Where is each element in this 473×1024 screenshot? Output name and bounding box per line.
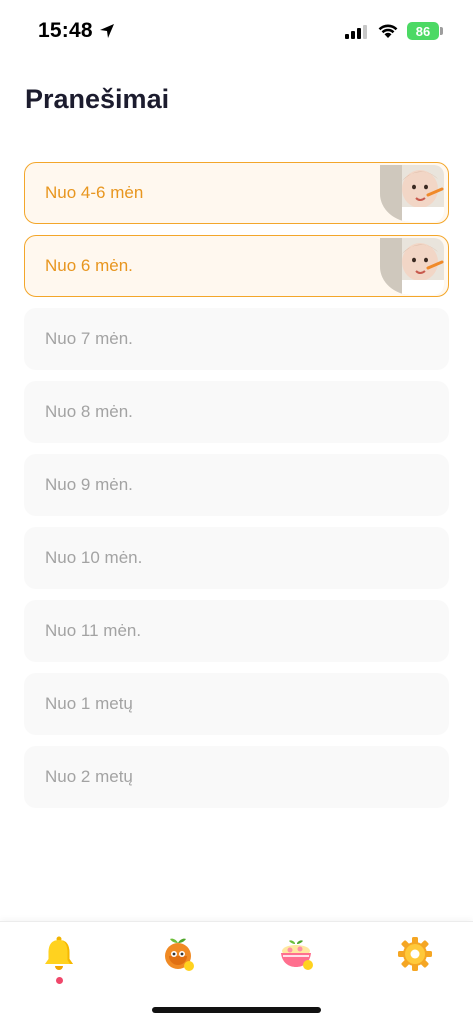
cellular-signal-icon bbox=[345, 25, 367, 39]
age-item-2-years[interactable]: Nuo 2 metų bbox=[24, 746, 449, 808]
food-bowl-icon bbox=[281, 940, 313, 970]
page-title: Pranešimai bbox=[25, 84, 170, 114]
age-item-6-months[interactable]: Nuo 6 mėn. bbox=[24, 235, 449, 297]
age-item-9-months[interactable]: Nuo 9 mėn. bbox=[24, 454, 449, 516]
age-item-label: Nuo 11 mėn. bbox=[45, 621, 142, 640]
age-list: Nuo 4-6 mėn Nuo 6 mėn. Nuo 7 mėn. Nuo 8 … bbox=[24, 162, 449, 819]
tab-recipes[interactable] bbox=[276, 934, 316, 974]
age-item-10-months[interactable]: Nuo 10 mėn. bbox=[24, 527, 449, 589]
gear-icon bbox=[398, 937, 432, 971]
age-item-label: Nuo 9 mėn. bbox=[45, 475, 133, 494]
age-item-label: Nuo 8 mėn. bbox=[45, 402, 133, 421]
age-item-label: Nuo 4-6 mėn bbox=[45, 183, 144, 202]
fruit-icon bbox=[165, 938, 194, 971]
battery-indicator: 86 bbox=[407, 22, 439, 40]
age-item-label: Nuo 2 metų bbox=[45, 767, 133, 786]
age-item-7-months[interactable]: Nuo 7 mėn. bbox=[24, 308, 449, 370]
baby-photo-thumbnail bbox=[380, 238, 444, 295]
battery-level: 86 bbox=[415, 23, 431, 39]
age-item-label: Nuo 6 mėn. bbox=[45, 256, 133, 275]
active-tab-dot bbox=[56, 977, 63, 984]
home-indicator bbox=[152, 1007, 321, 1013]
notifications-screen: 15:48 86 Pranešimai Nuo 4-6 mėn Nuo 6 mė… bbox=[0, 0, 473, 1024]
age-item-label: Nuo 1 metų bbox=[45, 694, 133, 713]
age-item-label: Nuo 10 mėn. bbox=[45, 548, 143, 567]
status-bar: 15:48 86 bbox=[0, 0, 473, 60]
baby-photo-thumbnail bbox=[380, 165, 444, 222]
age-item-4-6-months[interactable]: Nuo 4-6 mėn bbox=[24, 162, 449, 224]
age-item-1-year[interactable]: Nuo 1 metų bbox=[24, 673, 449, 735]
tab-products[interactable] bbox=[158, 934, 198, 974]
wifi-icon bbox=[378, 24, 398, 38]
status-time: 15:48 bbox=[38, 19, 93, 42]
battery-tip bbox=[440, 27, 443, 35]
tab-settings[interactable] bbox=[395, 934, 435, 974]
age-item-8-months[interactable]: Nuo 8 mėn. bbox=[24, 381, 449, 443]
age-item-label: Nuo 7 mėn. bbox=[45, 329, 133, 348]
bell-icon bbox=[45, 936, 73, 970]
tab-notifications[interactable] bbox=[39, 934, 79, 974]
location-arrow-icon bbox=[100, 24, 114, 38]
age-item-11-months[interactable]: Nuo 11 mėn. bbox=[24, 600, 449, 662]
